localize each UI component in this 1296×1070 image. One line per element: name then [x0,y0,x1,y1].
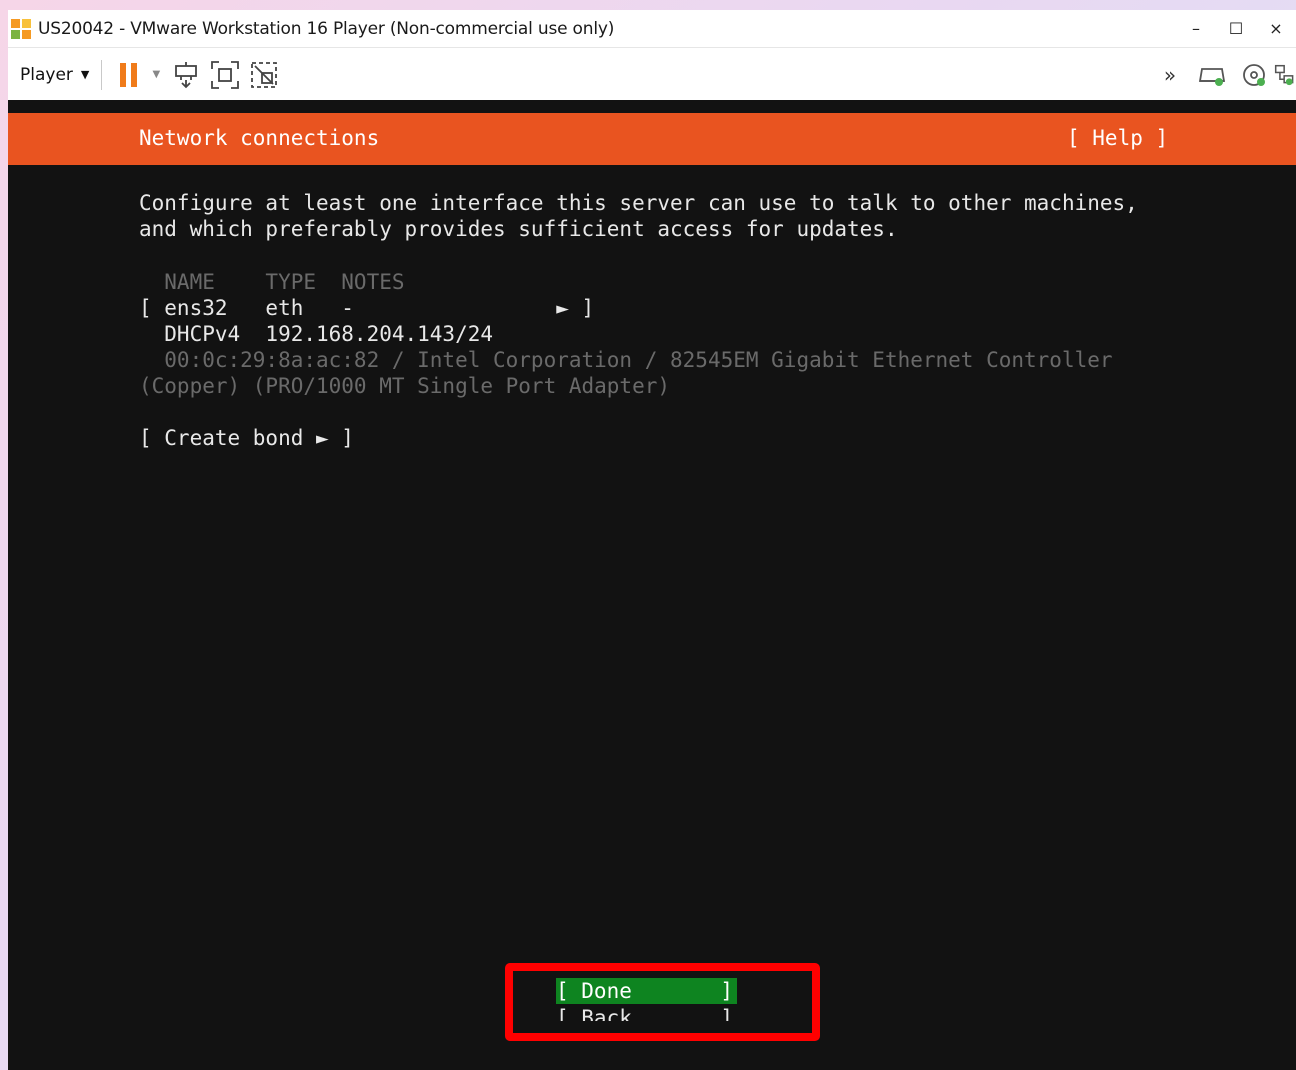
more-icon: » [1163,62,1177,87]
highlight-annotation-box [505,963,820,1041]
unity-button[interactable] [246,58,282,92]
removable-device-button[interactable] [1190,58,1234,92]
title-bar: US20042 - VMware Workstation 16 Player (… [8,10,1296,47]
player-menu-button[interactable]: Player ▼ [20,59,99,91]
maximize-button[interactable]: ☐ [1216,10,1256,47]
vmware-player-window: US20042 - VMware Workstation 16 Player (… [8,10,1296,1070]
help-button[interactable]: [ Help ] [1067,126,1168,150]
player-menu-label: Player [20,64,73,85]
fullscreen-button[interactable] [204,58,246,92]
toolbar: Player ▼ ▼ » [8,47,1296,101]
more-button[interactable]: » [1150,58,1190,92]
create-bond-button[interactable]: [ Create bond ► ] [139,426,354,450]
close-button[interactable]: × [1256,10,1296,47]
pause-icon [120,62,138,87]
minimize-button[interactable]: – [1176,10,1216,47]
dhcp-address-row: DHCPv4 192.168.204.143/24 [139,322,494,346]
toolbar-divider [101,59,103,90]
vmware-logo-icon [10,18,32,40]
hardware-info-line-1: 00:0c:29:8a:ac:82 / Intel Corporation / … [139,348,1113,372]
interface-row-ens32[interactable]: [ ens32 eth - ► ] [139,296,594,320]
unity-icon [251,61,278,88]
vm-console-screen[interactable]: Network connections [ Help ] Configure a… [8,100,1296,1070]
description-line-1: Configure at least one interface this se… [139,191,1138,215]
table-header: NAME TYPE NOTES [139,270,405,294]
send-ctrl-alt-del-button[interactable] [168,58,204,92]
network-adapter-icon [1274,64,1294,85]
cd-dvd-button[interactable] [1234,58,1274,92]
hardware-info-line-2: (Copper) (PRO/1000 MT Single Port Adapte… [139,374,671,398]
send-ctrl-alt-del-icon [175,61,198,88]
installer-header: Network connections [ Help ] [8,113,1296,165]
dropdown-arrow-icon: ▼ [152,69,161,80]
removable-device-icon [1198,67,1226,86]
chevron-down-icon: ▼ [80,68,90,81]
page-title: Network connections [139,126,380,150]
network-adapter-button[interactable] [1274,58,1296,92]
pause-button[interactable] [114,58,144,92]
fullscreen-icon [211,60,240,89]
cd-dvd-icon [1243,63,1265,86]
power-options-dropdown[interactable]: ▼ [144,58,168,92]
description-line-2: and which preferably provides sufficient… [139,217,898,241]
window-title: US20042 - VMware Workstation 16 Player (… [38,18,615,39]
